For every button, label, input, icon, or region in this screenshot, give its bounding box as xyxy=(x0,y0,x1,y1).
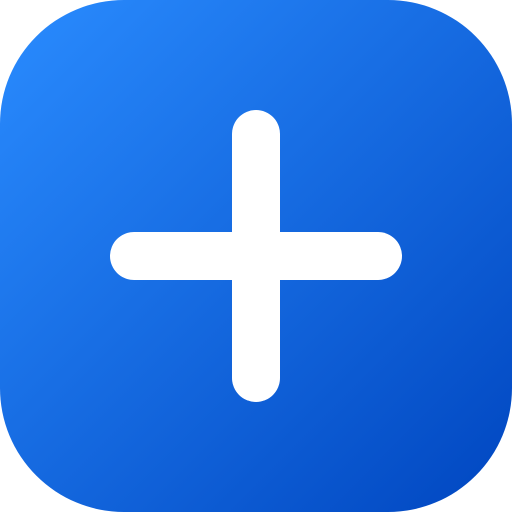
plus-horizontal-bar xyxy=(110,232,402,280)
add-button[interactable] xyxy=(0,0,512,512)
add-icon xyxy=(0,0,512,512)
